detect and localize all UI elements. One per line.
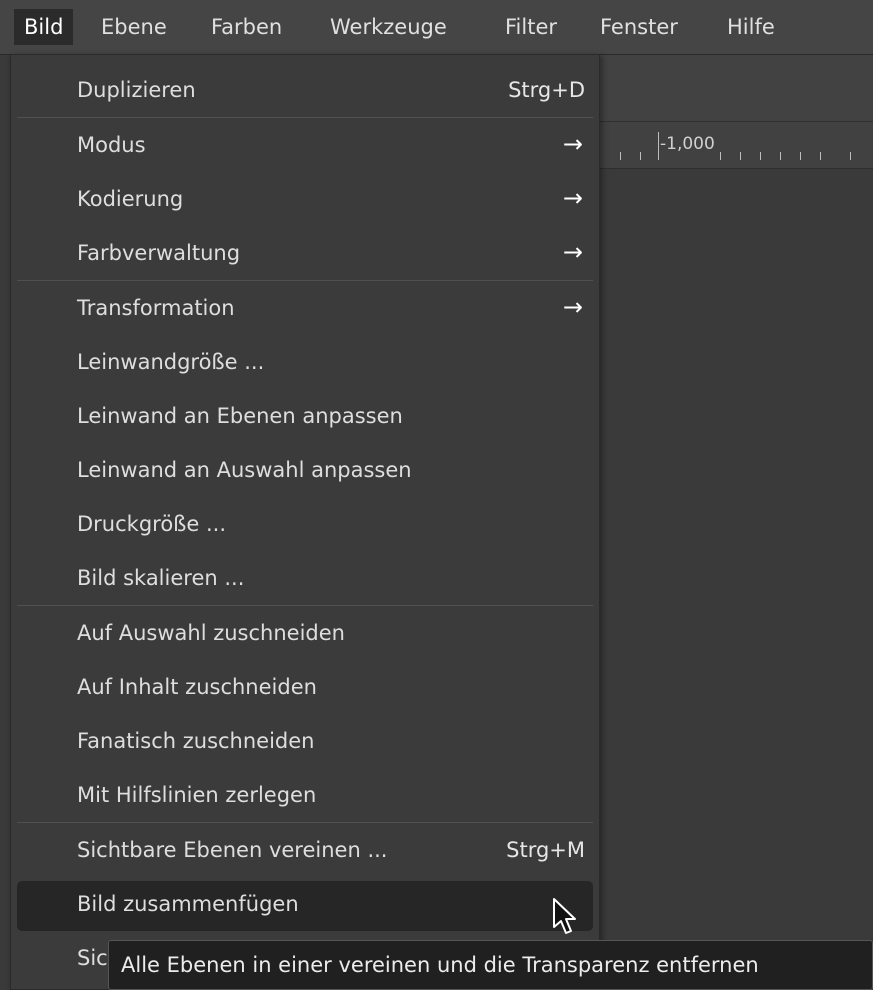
tooltip: Alle Ebenen in einer vereinen und die Tr… [108,940,873,990]
menu-item-kodierung[interactable]: Kodierung → [17,176,593,226]
menu-item-label: Kodierung [77,187,184,211]
menu-separator [17,605,593,606]
menu-item-label: Auf Auswahl zuschneiden [77,621,345,645]
menubar: Bild Ebene Farben Werkzeuge Filter Fenst… [0,0,873,55]
menu-item-sichtbare-ebenen-vereinen[interactable]: Sichtbare Ebenen vereinen ... Strg+M [17,827,593,877]
menu-item-label: Bild zusammenfügen [77,892,299,916]
menu-werkzeuge[interactable]: Werkzeuge [320,9,457,45]
mouse-pointer-icon [553,898,576,934]
menu-item-transformation[interactable]: Transformation → [17,285,593,335]
menu-ebene[interactable]: Ebene [91,9,177,45]
ruler-tick [720,152,721,160]
menu-filter[interactable]: Filter [495,9,567,45]
menu-item-duplizieren[interactable]: Duplizieren Strg+D [17,67,593,117]
menu-item-auf-auswahl-zuschneiden[interactable]: Auf Auswahl zuschneiden [17,610,593,660]
ruler-label: -1,000 [660,134,715,154]
menu-item-label: Leinwandgröße ... [77,350,265,374]
menu-bild[interactable]: Bild [14,9,74,45]
menu-item-leinwandgroesse[interactable]: Leinwandgröße ... [17,339,593,389]
menu-item-label: Leinwand an Ebenen anpassen [77,404,403,428]
ruler-tick [620,152,621,160]
menu-item-label: Bild skalieren ... [77,566,245,590]
menu-item-label: Auf Inhalt zuschneiden [77,675,317,699]
bild-dropdown-menu: Duplizieren Strg+D Modus → Kodierung → F… [10,54,600,990]
ruler-tick [740,152,741,160]
ruler-tick [850,152,851,160]
menu-item-farbverwaltung[interactable]: Farbverwaltung → [17,230,593,280]
menu-farben[interactable]: Farben [201,9,292,45]
menu-item-label: Modus [77,133,146,157]
menu-item-label: Sic [77,946,108,970]
menu-separator [17,117,593,118]
menu-item-auf-inhalt-zuschneiden[interactable]: Auf Inhalt zuschneiden [17,664,593,714]
menu-item-bild-skalieren[interactable]: Bild skalieren ... [17,555,593,605]
submenu-arrow-icon: → [562,130,583,158]
menu-hilfe[interactable]: Hilfe [717,9,785,45]
ruler-tick [640,152,641,160]
menu-item-modus[interactable]: Modus → [17,122,593,172]
menu-item-label: Sichtbare Ebenen vereinen ... [77,838,388,862]
ruler-tick [820,152,821,160]
ruler-tick [800,152,801,160]
submenu-arrow-icon: → [562,184,583,212]
submenu-arrow-icon: → [562,238,583,266]
menu-item-mit-hilfslinien-zerlegen[interactable]: Mit Hilfslinien zerlegen [17,772,593,822]
menu-item-label: Duplizieren [77,78,196,102]
submenu-arrow-icon: → [562,293,583,321]
menu-fenster[interactable]: Fenster [590,9,688,45]
menu-item-label: Mit Hilfslinien zerlegen [77,783,317,807]
menu-item-label: Fanatisch zuschneiden [77,729,315,753]
ruler-tick [658,132,659,160]
menu-item-label: Druckgröße ... [77,512,227,536]
menu-item-label: Leinwand an Auswahl anpassen [77,458,412,482]
menu-separator [17,822,593,823]
tool-options-strip [600,55,873,122]
ruler-tick [760,152,761,160]
ruler-tick [780,152,781,160]
menu-item-leinwand-an-ebenen[interactable]: Leinwand an Ebenen anpassen [17,393,593,443]
menu-separator [17,280,593,281]
menu-item-druckgroesse[interactable]: Druckgröße ... [17,501,593,551]
menu-item-leinwand-an-auswahl[interactable]: Leinwand an Auswahl anpassen [17,447,593,497]
horizontal-ruler[interactable]: -1,000 [600,122,873,169]
menu-item-fanatisch-zuschneiden[interactable]: Fanatisch zuschneiden [17,718,593,768]
shortcut-label: Strg+M [506,838,585,862]
shortcut-label: Strg+D [508,78,585,102]
menu-item-label: Transformation [77,296,235,320]
menu-item-bild-zusammenfuegen[interactable]: Bild zusammenfügen [17,881,593,931]
menu-item-label: Farbverwaltung [77,241,241,265]
